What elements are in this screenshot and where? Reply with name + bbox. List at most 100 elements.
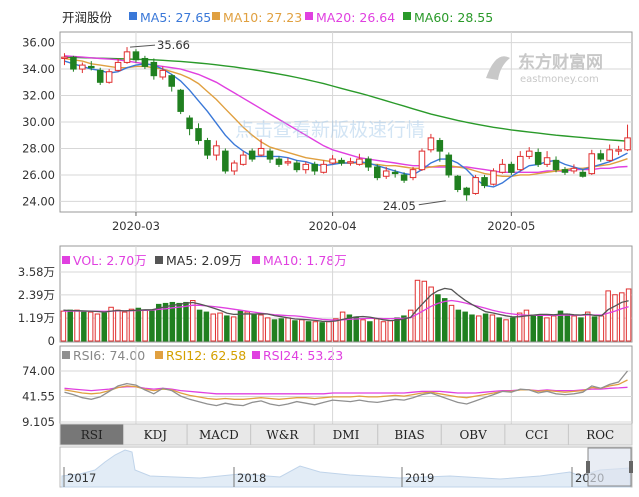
timeline-left-handle[interactable] <box>586 461 590 473</box>
price-candle-body <box>311 163 318 172</box>
volume-bar <box>271 319 278 342</box>
volume-bar <box>60 310 67 342</box>
timeline-window[interactable] <box>587 447 632 487</box>
price-y-tick: 26.00 <box>22 168 55 182</box>
volume-bar <box>482 313 489 342</box>
price-x-axis: 2020-03 2020-04 2020-05 <box>112 212 535 233</box>
price-y-tick: 24.00 <box>22 194 55 208</box>
price-candle-body <box>222 150 229 172</box>
volume-bar <box>537 315 543 342</box>
rsi24-legend: RSI24: 53.23 <box>263 348 343 363</box>
timeline-right-handle[interactable] <box>629 461 633 473</box>
volume-bar <box>564 313 571 342</box>
volume-bar <box>101 312 108 342</box>
ma60-legend-swatch <box>403 12 411 20</box>
tab-label: RSI <box>81 428 103 442</box>
volume-bar <box>435 294 441 342</box>
price-candle-body <box>114 61 122 71</box>
rsi12-legend-swatch <box>155 351 163 359</box>
price-candle-body <box>534 151 542 165</box>
price-x-tick: 2020-05 <box>487 219 535 233</box>
volume-bar <box>278 318 285 342</box>
watermark-logo-icon <box>486 56 510 80</box>
rsi-panel-frame <box>59 345 633 425</box>
rsi24-legend-swatch <box>252 351 260 359</box>
tab-label: MACD <box>199 428 239 442</box>
price-candle-body <box>374 166 381 179</box>
timeline-navigator[interactable]: 2017201820192020 <box>59 446 633 488</box>
price-candle-body <box>436 140 444 152</box>
price-x-tick: 2020-04 <box>309 219 357 233</box>
price-candle-body <box>463 187 470 196</box>
price-candle-body <box>508 163 515 173</box>
price-candle-body <box>141 57 149 67</box>
price-candle-body <box>615 149 622 152</box>
rsi-grid <box>60 346 632 424</box>
price-y-tick: 28.00 <box>22 141 55 155</box>
price-candle-body <box>159 69 167 78</box>
price-candle-body <box>231 162 238 172</box>
price-candle-body <box>177 89 184 112</box>
rsi6-legend: RSI6: 74.00 <box>73 348 145 363</box>
price-candle-body <box>96 69 104 83</box>
price-candle-body <box>186 117 193 130</box>
rsi6-legend-swatch <box>62 351 70 359</box>
volume-bar <box>298 319 305 342</box>
volume-bar <box>530 314 537 342</box>
tab-label: KDJ <box>144 428 168 442</box>
rsi-header: RSI6: 74.00 RSI12: 62.58 RSI24: 53.23 <box>62 348 343 363</box>
stock-chart: 开润股份 MA5: 27.65 MA10: 27.23 MA20: 26.64 … <box>0 0 639 497</box>
volume-bar <box>469 314 475 342</box>
price-candle-body <box>427 137 435 151</box>
volume-bar <box>81 311 87 342</box>
volume-bar <box>210 313 216 342</box>
price-candle-body <box>409 169 417 179</box>
timeline-year-label: 2018 <box>237 471 266 485</box>
volume-bar <box>264 317 271 342</box>
volume-ma5-line <box>63 287 629 323</box>
tab-label: ROC <box>586 428 614 442</box>
volume-bar <box>224 315 230 342</box>
price-y-tick: 34.00 <box>22 62 55 76</box>
volume-ma-lines <box>63 287 629 323</box>
price-candle-body <box>70 56 77 70</box>
tab-label: BIAS <box>394 428 424 442</box>
volume-bar <box>591 316 598 342</box>
volume-bar <box>476 315 482 342</box>
price-candle-body <box>320 163 327 173</box>
rsi-lines <box>64 370 629 407</box>
price-candle-body <box>597 153 604 160</box>
price-candle-body <box>347 161 354 164</box>
ma20-legend: MA20: 26.64 <box>316 10 395 25</box>
ma20-legend-swatch <box>305 12 313 20</box>
volume-bar <box>339 311 346 342</box>
stock-name: 开润股份 <box>62 10 113 25</box>
price-candle-body <box>400 174 408 181</box>
volume-bar <box>612 294 618 342</box>
price-candle-body <box>418 150 426 171</box>
volume-y-tick: 2.39万 <box>18 288 55 302</box>
volume-bar <box>292 320 298 342</box>
price-candle-body <box>132 51 140 61</box>
volume-bar <box>448 304 455 342</box>
volume-bar <box>353 316 359 342</box>
volume-bar <box>285 317 291 342</box>
price-candle-body <box>525 150 533 157</box>
volume-bar <box>619 292 625 342</box>
price-candle-body <box>570 167 578 172</box>
volume-bar <box>142 309 148 342</box>
vol-ma5-legend-swatch <box>155 256 163 264</box>
price-candle-body <box>293 162 301 171</box>
price-candle-body <box>168 75 175 87</box>
annotation-high: 35.66 <box>157 38 190 52</box>
price-candle-body <box>490 170 497 185</box>
volume-bar <box>625 288 632 342</box>
tab-label: OBV <box>459 428 487 442</box>
vol-ma10-legend: MA10: 1.78万 <box>263 253 347 268</box>
price-candle-body <box>248 150 256 160</box>
volume-header: VOL: 2.70万 MA5: 2.09万 MA10: 1.78万 <box>62 253 347 268</box>
volume-y-axis: 3.58万 2.39万 1.19万 0 <box>18 265 55 348</box>
price-candle-body <box>445 154 453 176</box>
volume-bar <box>544 317 550 342</box>
volume-bar <box>258 314 264 342</box>
